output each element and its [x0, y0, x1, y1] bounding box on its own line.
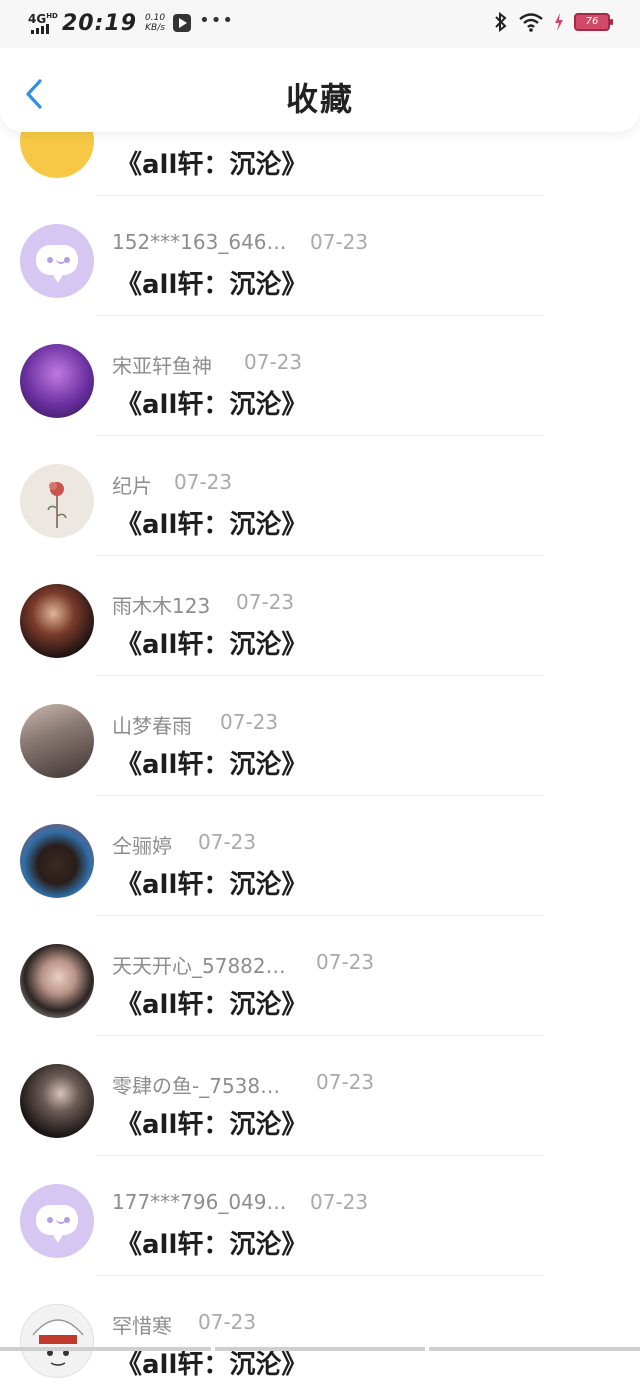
- status-time: 20:19: [62, 10, 138, 36]
- wifi-icon: [519, 13, 543, 32]
- item-title: 《all轩：沉沦》: [116, 870, 308, 900]
- date: 07-23: [310, 1190, 369, 1214]
- user-name[interactable]: 宋亚轩鱼神: [112, 350, 212, 379]
- list-item[interactable]: 152***163_646… 07-23 《all轩：沉沦》: [0, 196, 640, 316]
- item-title: 《all轩：沉沦》: [116, 1110, 308, 1140]
- avatar[interactable]: [20, 1304, 94, 1378]
- item-title: 《all轩：沉沦》: [116, 1230, 308, 1260]
- cartoon-ninja-icon: [32, 1319, 84, 1366]
- flower-icon: [47, 482, 67, 528]
- favorites-list: 《all轩：沉沦》 152***163_646… 07-23 《all轩：沉沦》…: [0, 76, 640, 1396]
- item-title: 《all轩：沉沦》: [116, 510, 308, 540]
- item-title: 《all轩：沉沦》: [116, 750, 308, 780]
- date: 07-23: [236, 590, 295, 614]
- user-name[interactable]: 天天开心_57882…: [112, 950, 286, 979]
- date: 07-23: [316, 950, 375, 974]
- user-name[interactable]: 仝骊婷: [112, 830, 172, 859]
- user-name[interactable]: 山梦春雨: [112, 710, 192, 739]
- date: 07-23: [198, 1310, 257, 1334]
- list-item[interactable]: 仝骊婷 07-23 《all轩：沉沦》: [0, 796, 640, 916]
- charging-icon: [555, 13, 563, 31]
- list-item[interactable]: 纪片 07-23 《all轩：沉沦》: [0, 436, 640, 556]
- item-title: 《all轩：沉沦》: [116, 990, 308, 1020]
- item-title: 《all轩：沉沦》: [116, 150, 308, 180]
- item-title: 《all轩：沉沦》: [116, 270, 308, 300]
- user-name[interactable]: 雨木木123: [112, 590, 210, 619]
- avatar[interactable]: [20, 224, 94, 298]
- avatar[interactable]: [20, 944, 94, 1018]
- avatar[interactable]: [20, 1064, 94, 1138]
- avatar[interactable]: [20, 344, 94, 418]
- date: 07-23: [316, 1070, 375, 1094]
- date: 07-23: [310, 230, 369, 254]
- user-name[interactable]: 152***163_646…: [112, 230, 287, 254]
- list-item[interactable]: 山梦春雨 07-23 《all轩：沉沦》: [0, 676, 640, 796]
- date: 07-23: [198, 830, 257, 854]
- date: 07-23: [174, 470, 233, 494]
- page-title: 收藏: [285, 80, 354, 118]
- user-name[interactable]: 177***796_049…: [112, 1190, 287, 1214]
- battery-icon: 76: [574, 13, 613, 31]
- bluetooth-icon: [495, 12, 507, 32]
- list-item[interactable]: 177***796_049… 07-23 《all轩：沉沦》: [0, 1156, 640, 1276]
- user-name[interactable]: 纪片: [112, 470, 152, 499]
- list-item[interactable]: 宋亚轩鱼神 07-23 《all轩：沉沦》: [0, 316, 640, 436]
- date: 07-23: [220, 710, 279, 734]
- avatar[interactable]: [20, 824, 94, 898]
- user-name[interactable]: 罕惜寒: [112, 1310, 172, 1339]
- list-item[interactable]: 天天开心_57882… 07-23 《all轩：沉沦》: [0, 916, 640, 1036]
- list-item[interactable]: 雨木木123 07-23 《all轩：沉沦》: [0, 556, 640, 676]
- avatar[interactable]: [20, 464, 94, 538]
- avatar[interactable]: [20, 1184, 94, 1258]
- list-item[interactable]: 零肆の鱼-_7538… 07-23 《all轩：沉沦》: [0, 1036, 640, 1156]
- status-bar: 4GHD 20:19 0.10 KB/s ••• 76: [0, 0, 640, 48]
- avatar[interactable]: [20, 584, 94, 658]
- more-notifications-icon: •••: [199, 9, 234, 31]
- signal-icon: 4GHD: [28, 10, 58, 36]
- item-title: 《all轩：沉沦》: [116, 630, 308, 660]
- network-speed: 0.10 KB/s: [145, 13, 166, 33]
- header: 收藏: [0, 48, 640, 132]
- avatar[interactable]: [20, 704, 94, 778]
- user-name[interactable]: 零肆の鱼-_7538…: [112, 1070, 280, 1099]
- date: 07-23: [244, 350, 303, 374]
- list-item[interactable]: 罕惜寒 07-23 《all轩：沉沦》: [0, 1276, 640, 1396]
- bottom-scroll-indicator: [0, 1347, 640, 1351]
- video-app-icon: [173, 14, 192, 32]
- item-title: 《all轩：沉沦》: [116, 390, 308, 420]
